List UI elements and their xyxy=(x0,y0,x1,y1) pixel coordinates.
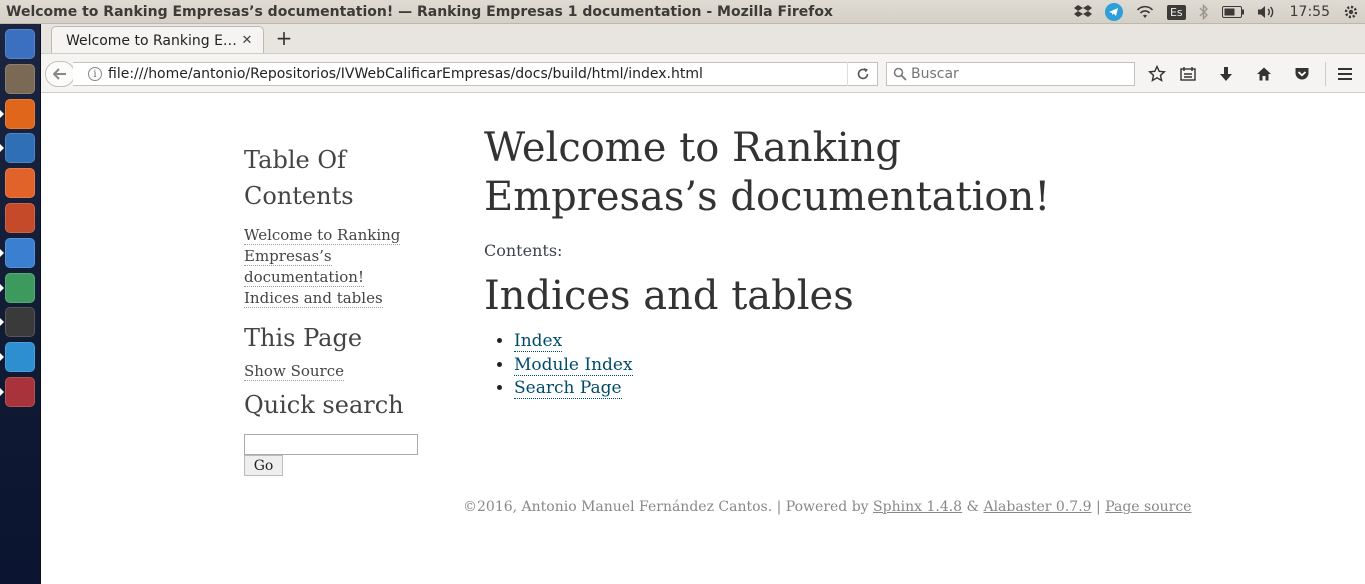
atom-icon[interactable] xyxy=(5,273,35,303)
toolbar-divider xyxy=(1325,62,1326,86)
keyboard-layout-label: Es xyxy=(1166,4,1186,20)
chromium-icon[interactable] xyxy=(5,238,35,268)
list-item: Search Page xyxy=(514,377,1104,401)
footer-amp: & xyxy=(962,499,984,515)
archive-manager-icon[interactable] xyxy=(5,377,35,407)
libreoffice-writer-icon[interactable] xyxy=(5,133,35,163)
files-icon[interactable] xyxy=(5,64,35,94)
reload-button[interactable] xyxy=(847,62,877,86)
quick-search-form: Go xyxy=(244,434,454,476)
unity-launcher xyxy=(0,24,41,584)
downloads-icon[interactable] xyxy=(1216,64,1236,84)
toc-item: Welcome to Ranking Empresas’s documentat… xyxy=(244,225,454,288)
tab-strip: Welcome to Ranking E… ✕ + xyxy=(41,24,1365,54)
search-input[interactable] xyxy=(911,66,1111,82)
footer: ©2016, Antonio Manuel Fernández Cantos. … xyxy=(463,499,1191,515)
bluetooth-icon[interactable] xyxy=(1199,0,1209,24)
page-title: Welcome to Ranking Empresas’s documentat… xyxy=(484,125,1051,220)
running-indicator xyxy=(0,249,4,257)
running-indicator xyxy=(0,318,4,326)
battery-icon[interactable] xyxy=(1221,0,1244,24)
search-icon xyxy=(893,67,907,81)
software-center-icon[interactable] xyxy=(5,168,35,198)
reload-icon xyxy=(857,68,868,80)
toc-link-indices[interactable]: Indices and tables xyxy=(244,289,383,308)
running-indicator xyxy=(0,353,4,361)
running-indicator xyxy=(0,284,4,292)
toc-link-welcome[interactable]: Welcome to Ranking Empresas’s documentat… xyxy=(244,226,401,287)
page-source-link[interactable]: Page source xyxy=(1105,499,1191,515)
bookmark-star-icon[interactable] xyxy=(1147,64,1167,84)
index-link[interactable]: Index xyxy=(514,331,563,352)
terminal-icon[interactable] xyxy=(5,307,35,337)
firefox-icon[interactable] xyxy=(5,99,35,129)
contents-label: Contents: xyxy=(484,241,563,260)
indices-list: Index Module Index Search Page xyxy=(514,330,1104,401)
quick-search-input[interactable] xyxy=(244,434,418,455)
reading-list-icon[interactable] xyxy=(1178,64,1198,84)
footer-powered-by: | Powered by xyxy=(772,499,874,515)
new-tab-button[interactable]: + xyxy=(273,26,295,50)
toc-heading: Table Of Contents xyxy=(244,146,354,210)
dropbox-icon[interactable] xyxy=(1073,0,1092,24)
search-page-link[interactable]: Search Page xyxy=(514,378,622,399)
tab-active[interactable]: Welcome to Ranking E… ✕ xyxy=(51,26,264,54)
hamburger-menu-icon[interactable] xyxy=(1335,64,1355,84)
list-item: Module Index xyxy=(514,354,1104,378)
this-page-heading: This Page xyxy=(244,324,363,352)
document-body: Welcome to Ranking Empresas’s documentat… xyxy=(484,124,1104,401)
system-tray: Es 17:55 xyxy=(1061,0,1359,24)
telegram-launcher-icon[interactable] xyxy=(5,342,35,372)
telegram-icon[interactable] xyxy=(1104,0,1123,24)
toc-item: Indices and tables xyxy=(244,288,454,309)
back-arrow-icon xyxy=(53,68,66,80)
module-index-link[interactable]: Module Index xyxy=(514,354,633,376)
alabaster-link[interactable]: Alabaster 0.7.9 xyxy=(983,499,1091,515)
url-text[interactable]: file:///home/antonio/Repositorios/IVWebC… xyxy=(108,66,847,82)
wifi-icon[interactable] xyxy=(1136,0,1154,24)
volume-icon[interactable] xyxy=(1257,0,1277,24)
tab-close-icon[interactable]: ✕ xyxy=(239,33,255,48)
show-source-wrapper: Show Source xyxy=(244,361,454,382)
ubuntu-dash-icon[interactable] xyxy=(5,29,35,59)
pocket-icon[interactable] xyxy=(1292,64,1312,84)
info-icon[interactable]: i xyxy=(88,67,102,81)
home-icon[interactable] xyxy=(1254,64,1274,84)
running-indicator xyxy=(0,144,4,152)
page-content: Table Of Contents Welcome to Ranking Emp… xyxy=(41,94,1365,584)
list-item: Index xyxy=(514,330,1104,354)
system-settings-icon[interactable] xyxy=(5,203,35,233)
settings-gear-icon[interactable] xyxy=(1343,0,1359,24)
quick-search-heading: Quick search xyxy=(244,391,404,419)
footer-separator: | xyxy=(1091,499,1106,515)
top-panel: Welcome to Ranking Empresas’s documentat… xyxy=(0,0,1365,24)
tab-title: Welcome to Ranking E… xyxy=(66,32,237,49)
clock[interactable]: 17:55 xyxy=(1290,0,1330,24)
running-indicator xyxy=(0,388,4,396)
keyboard-layout-icon[interactable]: Es xyxy=(1166,0,1186,24)
back-button[interactable] xyxy=(45,61,75,87)
indices-heading: Indices and tables xyxy=(484,273,854,319)
running-indicator xyxy=(0,110,4,118)
go-button[interactable]: Go xyxy=(244,455,283,476)
footer-copyright: ©2016, Antonio Manuel Fernández Cantos. xyxy=(463,499,773,515)
url-bar[interactable]: i file:///home/antonio/Repositorios/IVWe… xyxy=(73,62,878,86)
navigation-toolbar: i file:///home/antonio/Repositorios/IVWe… xyxy=(41,53,1365,93)
show-source-link[interactable]: Show Source xyxy=(244,362,344,381)
sphinx-sidebar: Table Of Contents Welcome to Ranking Emp… xyxy=(244,142,454,476)
window-title: Welcome to Ranking Empresas’s documentat… xyxy=(6,3,833,20)
toc-list: Welcome to Ranking Empresas’s documentat… xyxy=(244,225,454,309)
sphinx-link[interactable]: Sphinx 1.4.8 xyxy=(873,499,962,515)
search-bar[interactable] xyxy=(886,62,1135,86)
